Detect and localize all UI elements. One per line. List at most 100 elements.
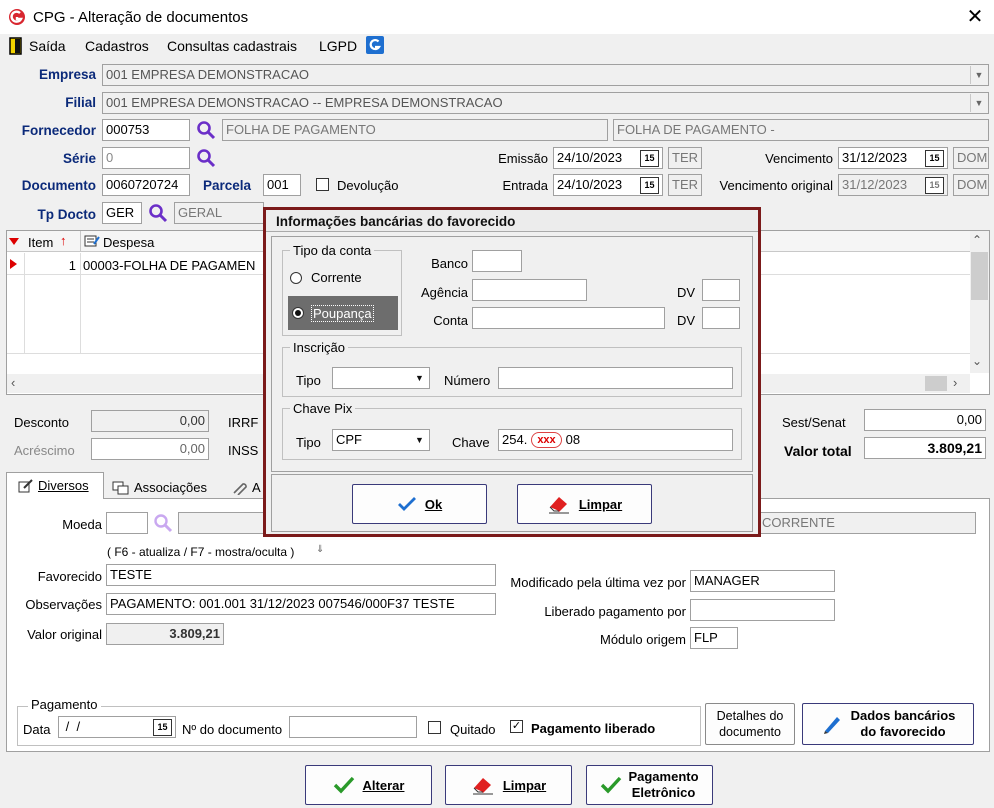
- ok-button[interactable]: Ok: [352, 484, 487, 524]
- pag-data-input[interactable]: / / 15: [58, 716, 176, 738]
- tpdocto-code-input[interactable]: GER: [102, 202, 142, 224]
- moeda-input[interactable]: [106, 512, 148, 534]
- ndoc-input[interactable]: [289, 716, 417, 738]
- emissao-date-input[interactable]: 24/10/2023 15: [553, 147, 663, 169]
- parcela-label: Parcela: [203, 178, 252, 193]
- conta-dv-input[interactable]: [702, 307, 740, 329]
- alterar-button[interactable]: Alterar: [305, 765, 432, 805]
- empresa-select[interactable]: 001 EMPRESA DEMONSTRACAO ▼: [102, 64, 989, 86]
- filial-select[interactable]: 001 EMPRESA DEMONSTRACAO -- EMPRESA DEMO…: [102, 92, 989, 114]
- calendar-icon[interactable]: 15: [153, 719, 172, 736]
- tpdocto-label: Tp Docto: [37, 207, 97, 222]
- pag-data-label: Data: [23, 722, 51, 737]
- menu-lgpd[interactable]: LGPD: [319, 38, 357, 54]
- favorecido-input[interactable]: TESTE: [106, 564, 496, 586]
- vencimento-date-input[interactable]: 31/12/2023 15: [838, 147, 948, 169]
- menu-saida[interactable]: Saída: [29, 38, 66, 54]
- scrollbar-thumb[interactable]: [971, 252, 988, 300]
- search-icon[interactable]: [196, 148, 216, 168]
- fornecedor-name-field: FOLHA DE PAGAMENTO: [222, 119, 608, 141]
- sort-arrow-icon: [9, 238, 19, 245]
- close-button[interactable]: ✕: [962, 4, 988, 30]
- banco-input[interactable]: [472, 250, 522, 272]
- devolucao-checkbox[interactable]: [316, 178, 329, 191]
- fornecedor-code-input[interactable]: 000753: [102, 119, 190, 141]
- calendar-icon[interactable]: 15: [925, 150, 944, 167]
- agencia-dv-input[interactable]: [702, 279, 740, 301]
- liberado-por-field: [690, 599, 835, 621]
- filial-value: 001 EMPRESA DEMONSTRACAO -- EMPRESA DEMO…: [106, 95, 503, 110]
- modulo-origem-field: FLP: [690, 627, 738, 649]
- tab-diversos[interactable]: Diversos: [18, 478, 89, 493]
- dialog-title: Informações bancárias do favorecido: [266, 210, 758, 232]
- exit-door-icon: [9, 37, 22, 55]
- sest-value[interactable]: 0,00: [864, 409, 986, 431]
- serie-input[interactable]: 0: [102, 147, 190, 169]
- observacoes-input[interactable]: PAGAMENTO: 001.001 31/12/2023 007546/000…: [106, 593, 496, 615]
- paperclip-icon: [233, 482, 247, 495]
- quitado-checkbox[interactable]: [428, 721, 441, 734]
- entrada-date-input[interactable]: 24/10/2023 15: [553, 174, 663, 196]
- search-icon[interactable]: [148, 203, 168, 223]
- scroll-up-icon[interactable]: ⌃: [972, 233, 982, 247]
- chave-label: Chave: [452, 435, 490, 450]
- grid-col-item[interactable]: Item: [28, 235, 53, 250]
- detalhes-documento-button[interactable]: Detalhes do documento: [705, 703, 795, 745]
- dialog-limpar-button[interactable]: Limpar: [517, 484, 652, 524]
- acrescimo-value[interactable]: 0,00: [91, 438, 209, 460]
- numero-label: Número: [444, 373, 491, 388]
- menu-consultas[interactable]: Consultas cadastrais: [167, 38, 297, 54]
- inscricao-label: Inscrição: [290, 340, 349, 355]
- modulo-origem-label: Módulo origem: [600, 632, 686, 647]
- desconto-value: 0,00: [91, 410, 209, 432]
- search-icon[interactable]: [196, 120, 216, 140]
- scrollbar-thumb[interactable]: [925, 376, 947, 391]
- app-logo-icon: [9, 9, 25, 25]
- agencia-label: Agência: [421, 285, 468, 300]
- pencil-icon: [823, 717, 840, 734]
- banco-label: Banco: [431, 256, 468, 271]
- insc-tipo-select[interactable]: ▼: [332, 367, 430, 389]
- calendar-icon[interactable]: 15: [640, 150, 659, 167]
- irrf-label: IRRF: [228, 415, 259, 430]
- tab-anexos[interactable]: A: [230, 480, 261, 495]
- search-icon[interactable]: [153, 513, 173, 533]
- radio-corrente[interactable]: [290, 272, 302, 284]
- chave-prefix: 254.: [502, 432, 528, 447]
- grid-cell-despesa: 00003-FOLHA DE PAGAMEN: [83, 258, 256, 273]
- scroll-down-icon[interactable]: ⌄: [972, 354, 982, 368]
- quitado-label: Quitado: [450, 722, 496, 737]
- vencimento-day: DOM: [953, 147, 989, 169]
- sest-label: Sest/Senat: [782, 415, 846, 430]
- radio-poupanca[interactable]: [292, 307, 304, 319]
- venc-orig-value: 31/12/2023: [842, 177, 908, 192]
- pix-tipo-select[interactable]: CPF ▼: [332, 429, 430, 451]
- scroll-right-icon[interactable]: ›: [953, 375, 957, 390]
- menu-cadastros[interactable]: Cadastros: [85, 38, 149, 54]
- tpdocto-name-field: GERAL: [174, 202, 264, 224]
- parcela-input[interactable]: 001: [263, 174, 301, 196]
- detalhes-line1: Detalhes do: [716, 709, 784, 723]
- fornecedor-label: Fornecedor: [21, 123, 96, 138]
- pagamento-eletronico-button[interactable]: Pagamento Eletrônico: [586, 765, 713, 805]
- eraser-icon: [548, 497, 569, 514]
- scroll-left-icon[interactable]: ‹: [11, 375, 15, 390]
- pix-tipo-value: CPF: [336, 432, 362, 447]
- detalhes-line2: documento: [719, 725, 781, 739]
- grid-col-despesa[interactable]: Despesa: [103, 235, 154, 250]
- dados-bancarios-button[interactable]: Dados bancários do favorecido: [802, 703, 974, 745]
- calendar-icon[interactable]: 15: [640, 177, 659, 194]
- chave-input[interactable]: 254. xxx 08: [498, 429, 733, 451]
- conta-input[interactable]: [472, 307, 665, 329]
- documento-input[interactable]: 0060720724: [102, 174, 190, 196]
- lgpd-logo-icon[interactable]: [366, 36, 384, 54]
- hint-text: ( F6 - atualiza / F7 - mostra/oculta ): [107, 545, 295, 559]
- tab-associacoes[interactable]: Associações: [112, 480, 207, 495]
- limpar-button[interactable]: Limpar: [445, 765, 572, 805]
- pagamento-group-label: Pagamento: [28, 697, 101, 712]
- agencia-input[interactable]: [472, 279, 587, 301]
- entrada-label: Entrada: [502, 178, 548, 193]
- numero-input[interactable]: [498, 367, 733, 389]
- associations-icon: [112, 481, 129, 494]
- pagamento-liberado-checkbox[interactable]: ✓: [510, 720, 523, 733]
